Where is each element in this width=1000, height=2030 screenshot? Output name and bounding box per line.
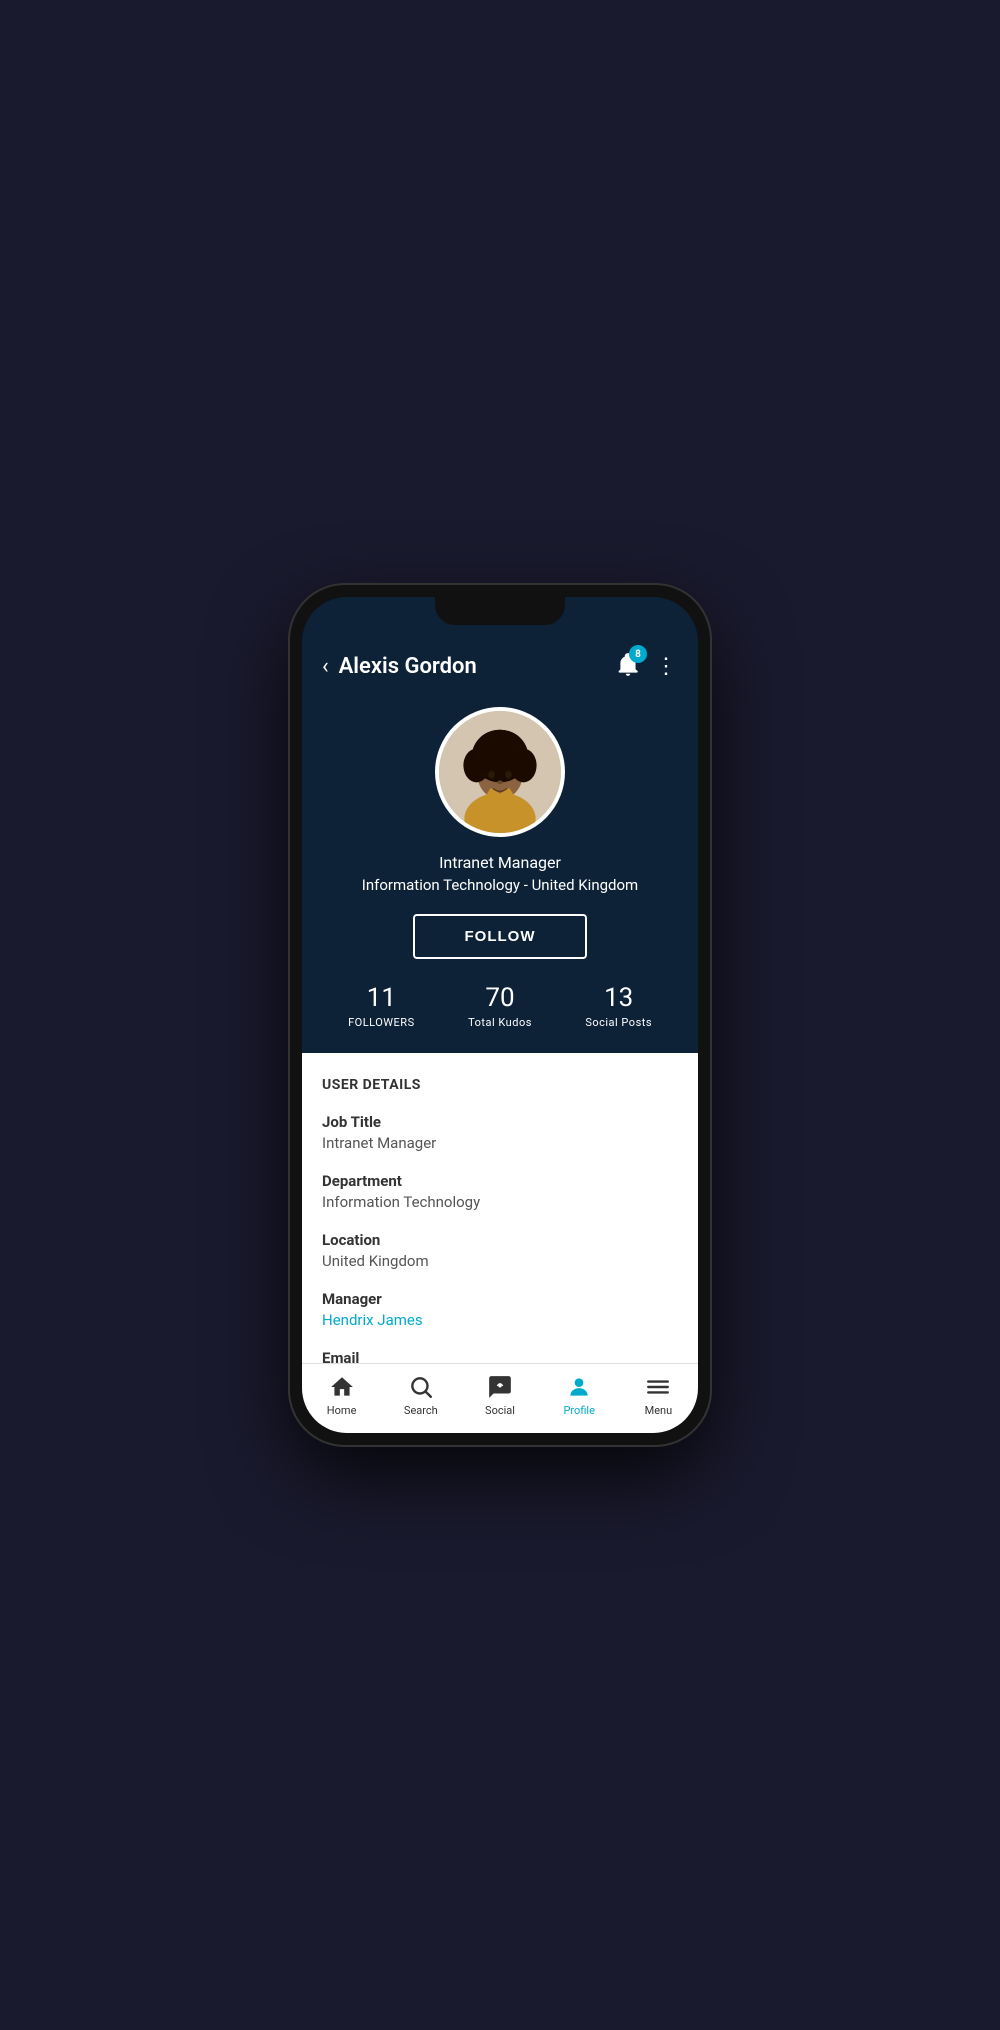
- header: ‹ Alexis Gordon 8 ⋮: [302, 641, 698, 697]
- nav-profile-label: Profile: [563, 1404, 594, 1417]
- nav-item-profile[interactable]: Profile: [540, 1374, 619, 1417]
- location-value: United Kingdom: [322, 1252, 678, 1270]
- manager-label: Manager: [322, 1290, 678, 1308]
- followers-stat: 11 FOLLOWERS: [322, 983, 441, 1029]
- department-label: Department: [322, 1172, 678, 1190]
- stats-row: 11 FOLLOWERS 70 Total Kudos 13 Social Po…: [322, 983, 678, 1029]
- email-label: Email: [322, 1349, 678, 1363]
- nav-home-label: Home: [327, 1404, 357, 1417]
- email-field: Email a.gordon@unity.com: [322, 1349, 678, 1363]
- posts-label: Social Posts: [585, 1016, 652, 1029]
- nav-item-home[interactable]: Home: [302, 1374, 381, 1417]
- phone-frame: ‹ Alexis Gordon 8 ⋮: [290, 585, 710, 1445]
- nav-item-search[interactable]: Search: [381, 1374, 460, 1417]
- kudos-stat: 70 Total Kudos: [441, 983, 560, 1029]
- profile-section: Intranet Manager Information Technology …: [302, 697, 698, 1053]
- header-actions: 8 ⋮: [615, 651, 678, 681]
- menu-icon: [645, 1374, 671, 1400]
- social-icon: [487, 1374, 513, 1400]
- posts-count: 13: [604, 983, 633, 1014]
- location-field: Location United Kingdom: [322, 1231, 678, 1270]
- page-title: Alexis Gordon: [339, 654, 615, 679]
- department-value: Information Technology: [322, 1193, 678, 1211]
- department-field: Department Information Technology: [322, 1172, 678, 1211]
- user-details-title: USER DETAILS: [322, 1077, 678, 1093]
- profile-icon: [566, 1374, 592, 1400]
- avatar: [435, 707, 565, 837]
- nav-item-menu[interactable]: Menu: [619, 1374, 698, 1417]
- manager-link[interactable]: Hendrix James: [322, 1311, 678, 1329]
- followers-count: 11: [367, 983, 396, 1014]
- posts-stat: 13 Social Posts: [559, 983, 678, 1029]
- job-title-value: Intranet Manager: [322, 1134, 678, 1152]
- back-button[interactable]: ‹: [322, 654, 329, 679]
- nav-social-label: Social: [485, 1404, 515, 1417]
- profile-dept-location: Information Technology - United Kingdom: [362, 876, 638, 894]
- phone-notch: [435, 597, 565, 625]
- avatar-image: [439, 711, 561, 833]
- bottom-nav: Home Search Social: [302, 1363, 698, 1433]
- nav-menu-label: Menu: [645, 1404, 673, 1417]
- job-title-field: Job Title Intranet Manager: [322, 1113, 678, 1152]
- followers-label: FOLLOWERS: [348, 1016, 415, 1029]
- nav-item-social[interactable]: Social: [460, 1374, 539, 1417]
- notification-badge: 8: [629, 645, 647, 663]
- phone-screen: ‹ Alexis Gordon 8 ⋮: [302, 597, 698, 1433]
- kudos-count: 70: [485, 983, 514, 1014]
- home-icon: [329, 1374, 355, 1400]
- details-section: USER DETAILS Job Title Intranet Manager …: [302, 1053, 698, 1363]
- search-icon: [408, 1374, 434, 1400]
- job-title-label: Job Title: [322, 1113, 678, 1131]
- more-menu-button[interactable]: ⋮: [655, 654, 678, 679]
- location-label: Location: [322, 1231, 678, 1249]
- profile-job-title: Intranet Manager: [439, 853, 561, 872]
- nav-search-label: Search: [404, 1404, 438, 1417]
- manager-field: Manager Hendrix James: [322, 1290, 678, 1329]
- kudos-label: Total Kudos: [468, 1016, 532, 1029]
- notification-bell[interactable]: 8: [615, 651, 641, 681]
- follow-button[interactable]: FOLLOW: [413, 914, 588, 959]
